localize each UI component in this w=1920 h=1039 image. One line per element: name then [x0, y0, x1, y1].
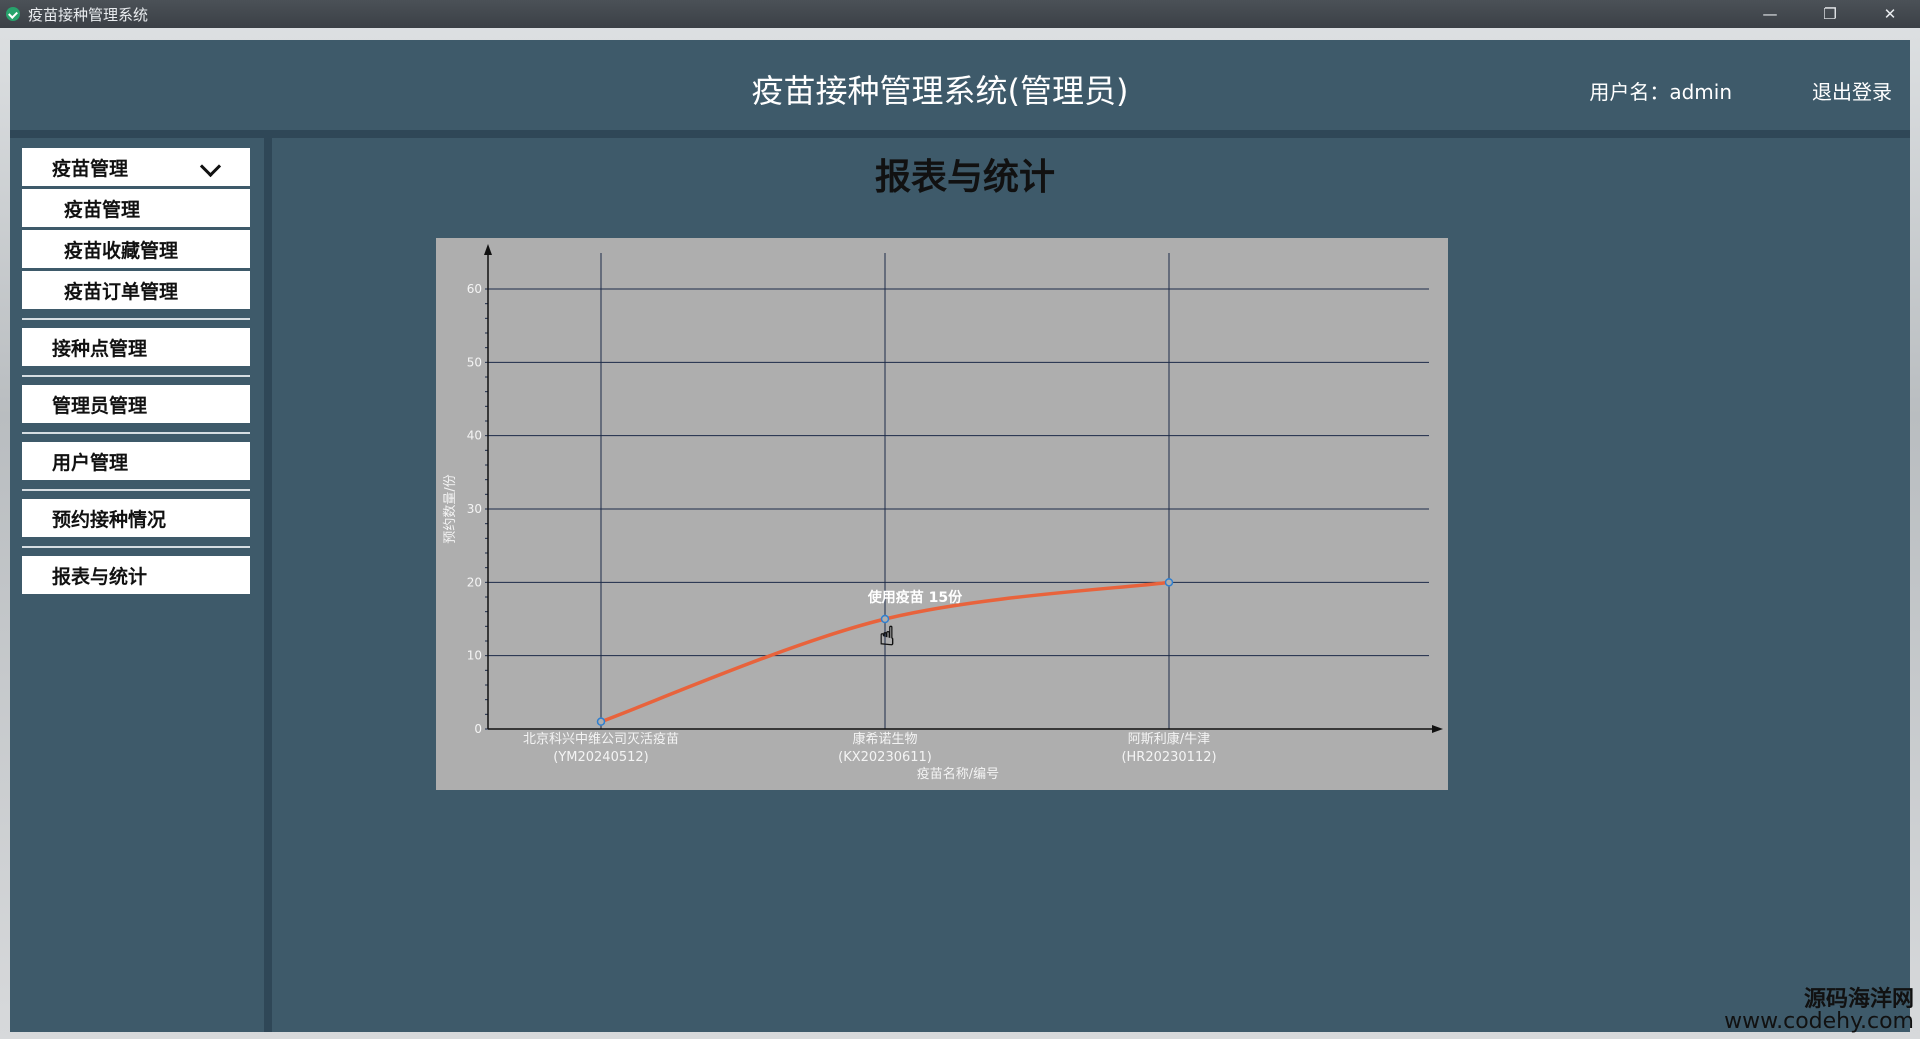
- watermark-title: 源码海洋网: [1803, 987, 1914, 1012]
- sidebar-divider: [22, 546, 250, 548]
- app-icon: [6, 7, 20, 21]
- sidebar-divider: [22, 432, 250, 434]
- window-title: 疫苗接种管理系统: [28, 5, 149, 24]
- username-label: 用户名：admin: [1589, 80, 1732, 104]
- x-tick-label: 北京科兴中维公司灭活疫苗: [523, 731, 679, 747]
- sidebar-item-appointments[interactable]: 预约接种情况: [22, 499, 250, 537]
- sidebar: 疫苗管理 疫苗管理 疫苗收藏管理 疫苗订单管理 接种点管理 管理员管理 用户管理…: [10, 138, 272, 1032]
- sidebar-divider: [22, 489, 250, 491]
- sidebar-item-vaccine-orders[interactable]: 疫苗订单管理: [22, 271, 250, 309]
- x-tick-label: (KX20230611): [838, 750, 932, 765]
- header: 疫苗接种管理系统(管理员) 用户名：admin 退出登录: [10, 40, 1910, 138]
- x-axis-arrow: [1432, 725, 1443, 733]
- tooltip-label: 使用疫苗 15份: [867, 589, 963, 606]
- x-tick-label: 阿斯利康/牛津: [1128, 731, 1210, 747]
- chevron-down-icon: [199, 155, 222, 178]
- sidebar-divider: [22, 318, 250, 320]
- sidebar-item-vaccine[interactable]: 疫苗管理: [22, 189, 250, 227]
- chart-panel: 0 10 20 30 40 50 60 北京科兴中维公司灭活疫苗 (YM20240512) 康希诺…: [436, 238, 1448, 790]
- sidebar-item-sites[interactable]: 接种点管理: [22, 328, 250, 366]
- x-tick-label: (YM20240512): [553, 750, 648, 765]
- sidebar-item-vaccine-favorites[interactable]: 疫苗收藏管理: [22, 230, 250, 268]
- watermark: 源码海洋网 www.codehy.com: [1724, 989, 1914, 1033]
- sidebar-item-reports[interactable]: 报表与统计: [22, 556, 250, 594]
- y-axis-arrow: [484, 244, 492, 255]
- app-window: 疫苗接种管理系统(管理员) 用户名：admin 退出登录 疫苗管理 疫苗管理 疫…: [10, 40, 1910, 1032]
- y-tick-label: 0: [474, 722, 482, 736]
- y-tick-label: 10: [467, 649, 482, 663]
- y-tick-label: 20: [467, 575, 482, 589]
- x-tick-label: (HR20230112): [1121, 750, 1216, 765]
- sidebar-group-vaccine[interactable]: 疫苗管理: [22, 148, 250, 186]
- data-point: [596, 717, 606, 726]
- y-tick-label: 30: [467, 502, 482, 516]
- sidebar-item-admins[interactable]: 管理员管理: [22, 385, 250, 423]
- sidebar-group-label: 疫苗管理: [52, 157, 129, 180]
- close-button[interactable]: ✕: [1860, 0, 1920, 28]
- window-titlebar: 疫苗接种管理系统 — ❐ ✕: [0, 0, 1920, 28]
- page-title: 报表与统计: [874, 157, 1055, 198]
- hand-cursor-icon: ☝: [879, 622, 895, 652]
- line-chart: 0 10 20 30 40 50 60 北京科兴中维公司灭活疫苗 (YM20240512) 康希诺…: [443, 244, 1443, 782]
- y-tick-label: 60: [467, 282, 482, 296]
- logout-link[interactable]: 退出登录: [1812, 76, 1892, 105]
- y-tick-label: 40: [467, 429, 482, 443]
- sidebar-divider: [22, 375, 250, 377]
- main-content: 报表与统计 0 10 20 30 40 50 60 北京科兴中维公司灭活疫苗 (YM202405…: [272, 138, 1910, 1032]
- data-point: [1164, 578, 1174, 587]
- x-tick-label: 康希诺生物: [852, 731, 917, 747]
- y-axis-label: 预约数量/份: [443, 474, 458, 543]
- y-tick-label: 50: [467, 355, 482, 369]
- x-axis-label: 疫苗名称/编号: [917, 766, 999, 782]
- watermark-url: www.codehy.com: [1724, 1009, 1914, 1034]
- minimize-button[interactable]: —: [1740, 0, 1800, 28]
- restore-button[interactable]: ❐: [1800, 0, 1860, 28]
- sidebar-item-users[interactable]: 用户管理: [22, 442, 250, 480]
